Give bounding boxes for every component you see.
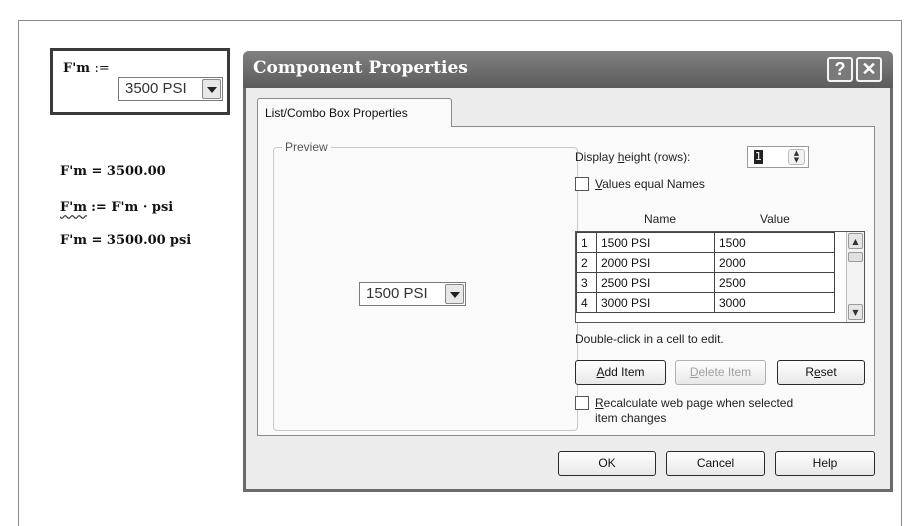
tab-list-combo-box-properties[interactable]: List/Combo Box Properties	[257, 98, 452, 127]
delete-item-button[interactable]: Delete Item	[675, 360, 766, 385]
dialog-title: Component Properties	[253, 58, 468, 78]
scroll-thumb[interactable]	[848, 252, 863, 262]
table-row[interactable]: 3 2500 PSI 2500	[576, 272, 835, 293]
row-index: 4	[576, 292, 597, 313]
fm-combo-box[interactable]: 3500 PSI	[118, 77, 223, 101]
recalculate-checkbox[interactable]	[575, 396, 589, 410]
dialog-client-area: List/Combo Box Properties Preview 1500 P…	[246, 88, 890, 489]
row-index: 3	[576, 272, 597, 293]
dialog-titlebar[interactable]: Component Properties ? ✕	[243, 51, 893, 88]
tab-panel: Preview 1500 PSI Display height (rows): …	[257, 126, 875, 436]
math-line-result-units: F'm = 3500.00 psi	[60, 233, 192, 248]
add-item-button[interactable]: Add Item	[575, 360, 666, 385]
math-line-definition: F'm := F'm · psi	[60, 200, 174, 215]
redefinition-warning: F'm	[60, 200, 87, 215]
table-row[interactable]: 1 1500 PSI 1500	[576, 232, 835, 253]
grid-header-name: Name	[644, 212, 677, 226]
cell-value[interactable]: 2000	[714, 252, 835, 273]
grid-scrollbar[interactable]: ▲ ▼	[846, 232, 864, 322]
spinner-arrows-icon[interactable]: ▲ ▼	[788, 149, 805, 165]
cell-value[interactable]: 1500	[714, 232, 835, 253]
recalculate-label: Recalculate web page when selected item …	[595, 396, 794, 425]
cell-value[interactable]: 3000	[714, 292, 835, 313]
help-icon[interactable]: ?	[827, 57, 853, 82]
cell-value[interactable]: 2500	[714, 272, 835, 293]
combo-variable-label: F'm :=	[63, 61, 110, 76]
help-button[interactable]: Help	[775, 451, 875, 476]
preview-legend: Preview	[282, 140, 331, 154]
cell-name[interactable]: 2000 PSI	[596, 252, 715, 273]
preview-group: Preview 1500 PSI	[273, 140, 578, 431]
grid-header-value: Value	[760, 212, 790, 226]
values-equal-names-label: Values equal Names	[595, 177, 705, 191]
scroll-down-icon[interactable]: ▼	[848, 304, 863, 320]
cell-name[interactable]: 1500 PSI	[596, 232, 715, 253]
scroll-up-icon[interactable]: ▲	[848, 233, 863, 249]
display-height-value[interactable]: 1	[754, 150, 763, 164]
row-index: 1	[576, 232, 597, 253]
cancel-button[interactable]: Cancel	[666, 451, 765, 476]
row-index: 2	[576, 252, 597, 273]
table-row[interactable]: 4 3000 PSI 3000	[576, 292, 835, 313]
chevron-down-icon[interactable]	[445, 284, 464, 304]
preview-combo-box[interactable]: 1500 PSI	[359, 282, 466, 306]
table-row[interactable]: 2 2000 PSI 2000	[576, 252, 835, 273]
display-height-label: Display height (rows):	[575, 150, 691, 164]
cell-name[interactable]: 3000 PSI	[596, 292, 715, 313]
fm-combo-value: 3500 PSI	[125, 80, 187, 97]
close-icon[interactable]: ✕	[856, 57, 882, 82]
items-grid[interactable]: 1 1500 PSI 1500 2 2000 PSI 2000 3 2500 P…	[575, 231, 865, 323]
reset-button[interactable]: Reset	[777, 360, 865, 385]
chevron-down-icon[interactable]	[202, 79, 221, 99]
combo-box-component[interactable]: F'm := 3500 PSI	[50, 48, 230, 115]
cell-name[interactable]: 2500 PSI	[596, 272, 715, 293]
component-properties-dialog: Component Properties ? ✕ List/Combo Box …	[243, 51, 893, 492]
edit-hint: Double-click in a cell to edit.	[575, 332, 724, 346]
math-line-result: F'm = 3500.00	[60, 164, 166, 179]
preview-combo-value: 1500 PSI	[366, 285, 428, 302]
values-equal-names-checkbox[interactable]	[575, 177, 589, 191]
ok-button[interactable]: OK	[558, 451, 656, 476]
display-height-stepper[interactable]: 1 ▲ ▼	[747, 146, 809, 168]
